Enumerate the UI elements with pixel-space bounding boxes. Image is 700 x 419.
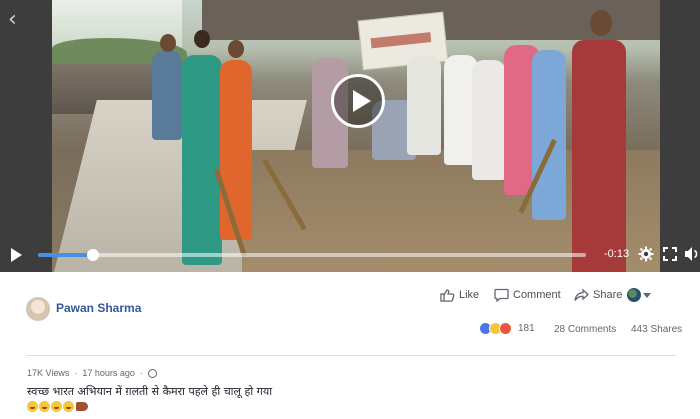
fullscreen-icon[interactable] [663, 247, 677, 261]
avatar[interactable] [26, 297, 50, 321]
comment-label: Comment [513, 289, 561, 301]
meta-separator: · [74, 368, 78, 378]
reactions-summary[interactable]: 181 [479, 322, 535, 335]
back-chevron-icon[interactable]: ‹ [8, 9, 17, 31]
comment-bubble-icon [494, 288, 509, 302]
laughing-emoji-icon [51, 401, 62, 412]
like-label: Like [459, 289, 480, 301]
caption-emojis [27, 401, 88, 412]
reaction-count: 181 [518, 323, 535, 334]
video-letterbox-right [660, 0, 700, 272]
video-player[interactable]: ‹ -0:13 [0, 0, 700, 272]
scene-person [182, 55, 222, 265]
post-meta: 17K Views · 17 hours ago · [27, 368, 157, 378]
globe-icon [627, 288, 641, 302]
author-name[interactable]: Pawan Sharma [56, 301, 141, 315]
comment-button[interactable]: Comment [494, 288, 561, 302]
post-time[interactable]: 17 hours ago [82, 368, 135, 378]
audience-selector[interactable] [627, 288, 651, 302]
chevron-down-icon [643, 292, 651, 298]
pointing-hand-icon [76, 402, 88, 411]
scene-person [532, 50, 566, 220]
shares-count[interactable]: 443 Shares [631, 324, 682, 335]
video-letterbox-left [0, 0, 52, 272]
video-frame [52, 0, 660, 272]
like-button[interactable]: Like [440, 288, 479, 302]
share-label: Share [593, 289, 623, 301]
laughing-emoji-icon [39, 401, 50, 412]
control-play-icon[interactable] [11, 248, 22, 262]
scene-person [472, 60, 506, 180]
progress-knob[interactable] [86, 249, 99, 261]
play-icon[interactable] [331, 74, 385, 128]
comments-count[interactable]: 28 Comments [554, 324, 616, 335]
scene-head [194, 30, 210, 48]
scene-person [407, 55, 441, 155]
progress-fill [38, 253, 93, 257]
share-button[interactable]: Share [574, 288, 622, 302]
divider [26, 355, 676, 356]
view-count: 17K Views [27, 368, 70, 378]
scene-head [228, 40, 244, 58]
like-thumb-icon [440, 289, 455, 302]
meta-separator: · [139, 368, 143, 378]
scene-head [590, 10, 612, 36]
volume-icon[interactable] [684, 246, 700, 262]
video-controls: -0:13 [0, 240, 700, 268]
public-globe-icon [147, 368, 157, 378]
laughing-emoji-icon [27, 401, 38, 412]
scene-person [152, 50, 182, 140]
progress-bar[interactable] [38, 249, 586, 261]
scene-person [220, 60, 252, 240]
post-caption: स्वच्छ भारत अभियान में ग़लती से कैमरा पह… [27, 385, 273, 398]
time-remaining: -0:13 [604, 248, 630, 260]
angry-reaction-icon [499, 322, 512, 335]
scene-head [160, 34, 176, 52]
scene-person [572, 40, 626, 272]
share-arrow-icon [574, 288, 589, 301]
laughing-emoji-icon [63, 401, 74, 412]
settings-gear-icon[interactable] [638, 246, 654, 262]
